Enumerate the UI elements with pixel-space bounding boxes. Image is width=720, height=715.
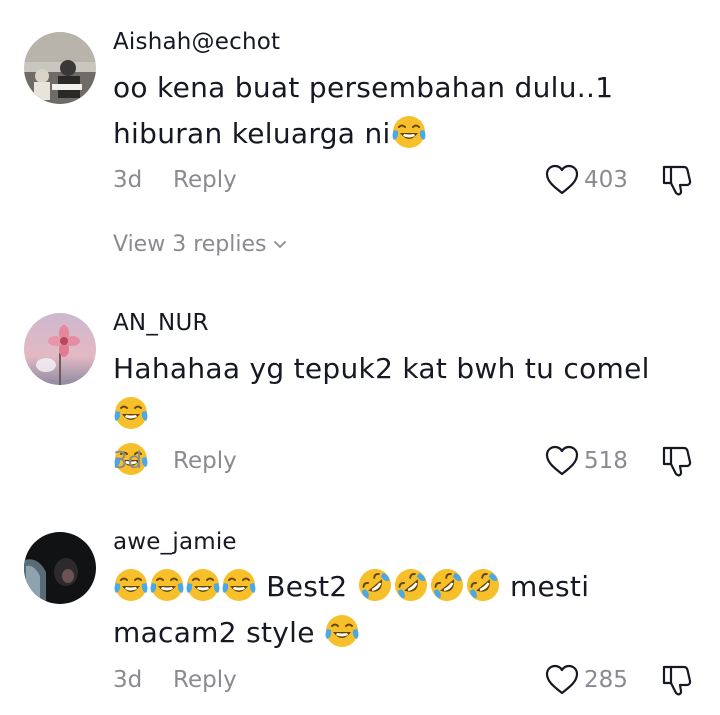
face-with-tears-of-joy-emoji	[221, 567, 257, 603]
comment-text-line: Hahahaa yg tepuk2 kat bwh tu comel	[113, 352, 650, 385]
rolling-on-floor-laughing-emoji	[357, 567, 393, 603]
heart-outline-icon	[544, 662, 580, 698]
face-with-tears-of-joy-emoji	[185, 567, 221, 603]
like-count: 403	[584, 167, 628, 193]
comment-item: AN_NUR Hahahaa yg tepuk2 kat bwh tu come…	[0, 270, 720, 500]
avatar[interactable]	[24, 532, 96, 604]
rolling-on-floor-laughing-emoji	[465, 567, 501, 603]
thumbs-down-outline-icon[interactable]	[660, 663, 694, 697]
comment-text-word: mesti	[509, 570, 590, 603]
like-button[interactable]: 403	[544, 162, 628, 198]
reply-button[interactable]: Reply	[173, 666, 237, 694]
face-with-tears-of-joy-emoji	[113, 567, 149, 603]
avatar[interactable]	[24, 32, 96, 104]
comment-text-line: hiburan keluarga ni	[113, 117, 391, 150]
face-with-tears-of-joy-emoji	[149, 567, 185, 603]
avatar-photo-people	[24, 32, 96, 104]
face-with-tears-of-joy-emoji	[324, 613, 360, 649]
comment-text: Best2 mesti macam2 style	[113, 564, 683, 656]
rolling-on-floor-laughing-emoji	[393, 567, 429, 603]
comment-age: 3d	[113, 667, 143, 693]
comment-text: oo kena buat persembahan dulu..1 hiburan…	[113, 65, 683, 157]
reply-button[interactable]: Reply	[173, 166, 237, 194]
heart-outline-icon	[544, 443, 580, 479]
comment-text-line: macam2 style	[113, 616, 315, 649]
comment-text-line: oo kena buat persembahan dulu..1	[113, 71, 614, 104]
view-replies-button[interactable]: View 3 replies	[113, 231, 288, 259]
heart-outline-icon	[544, 162, 580, 198]
like-count: 285	[584, 667, 628, 693]
comment-item: Aishah@echot oo kena buat persembahan du…	[0, 0, 720, 270]
reply-button[interactable]: Reply	[173, 447, 237, 475]
thumbs-down-outline-icon[interactable]	[660, 444, 694, 478]
like-button[interactable]: 285	[544, 662, 628, 698]
comment-age: 3d	[113, 167, 143, 193]
like-button[interactable]: 518	[544, 443, 628, 479]
avatar[interactable]	[24, 313, 96, 385]
avatar-photo-flower	[24, 313, 96, 385]
username[interactable]: AN_NUR	[113, 309, 209, 337]
face-with-tears-of-joy-emoji	[391, 114, 427, 150]
comment-age: 3d	[113, 448, 143, 474]
avatar-photo-dark	[24, 532, 96, 604]
view-replies-label: View 3 replies	[113, 232, 267, 257]
comment-text-word: Best2	[266, 570, 348, 603]
rolling-on-floor-laughing-emoji	[429, 567, 465, 603]
username[interactable]: Aishah@echot	[113, 28, 280, 56]
username[interactable]: awe_jamie	[113, 528, 237, 556]
comment-item: awe_jamie Best2 mesti macam2 style 3d Re…	[0, 500, 720, 715]
like-count: 518	[584, 448, 628, 474]
face-with-tears-of-joy-emoji	[113, 395, 149, 431]
thumbs-down-outline-icon[interactable]	[660, 163, 694, 197]
chevron-down-icon	[274, 241, 287, 248]
